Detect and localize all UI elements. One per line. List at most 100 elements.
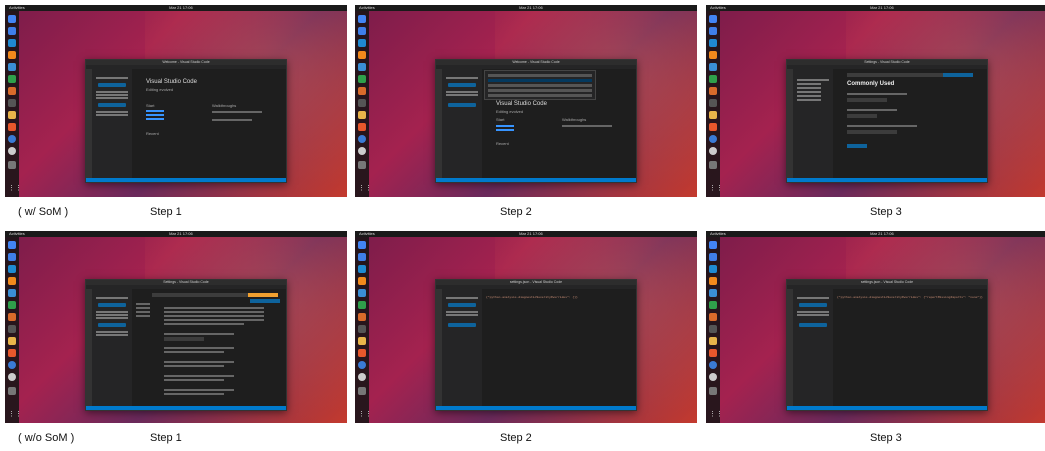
setting-input[interactable] [847, 114, 877, 118]
terminal-icon[interactable] [8, 325, 16, 333]
clone-repo-button[interactable] [448, 323, 476, 327]
setting-input[interactable] [847, 98, 887, 102]
thunderbird-icon[interactable] [358, 253, 366, 261]
new-file-link[interactable] [496, 125, 514, 127]
thunderbird-icon[interactable] [8, 27, 16, 35]
help-icon[interactable] [8, 135, 16, 143]
software-icon[interactable] [8, 123, 16, 131]
chrome-icon[interactable] [709, 15, 717, 23]
calc-icon[interactable] [8, 301, 16, 309]
files-icon[interactable] [358, 111, 366, 119]
clone-repo-button[interactable] [799, 323, 827, 327]
clone-repo-button[interactable] [98, 103, 126, 107]
command-option[interactable] [488, 94, 592, 97]
disc-icon[interactable] [358, 147, 366, 155]
code-line[interactable]: {"python.analysis.diagnosticSeverityOver… [837, 296, 983, 299]
vscode-icon[interactable] [358, 265, 366, 273]
command-option[interactable] [488, 74, 592, 77]
impress-icon[interactable] [358, 313, 366, 321]
settings-search-input[interactable] [152, 293, 262, 297]
trash-icon[interactable] [358, 161, 366, 169]
backup-sync-button[interactable] [250, 299, 280, 303]
open-folder-button[interactable] [799, 303, 827, 307]
vlc-icon[interactable] [358, 51, 366, 59]
files-icon[interactable] [358, 337, 366, 345]
vscode-icon[interactable] [8, 265, 16, 273]
files-icon[interactable] [8, 337, 16, 345]
command-option[interactable] [488, 89, 592, 92]
code-line[interactable]: {"python.analysis.diagnosticSeverityOver… [486, 296, 578, 299]
disc-icon[interactable] [8, 373, 16, 381]
disc-icon[interactable] [8, 147, 16, 155]
help-icon[interactable] [709, 361, 717, 369]
open-folder-button[interactable] [98, 83, 126, 87]
chrome-icon[interactable] [8, 241, 16, 249]
impress-icon[interactable] [8, 313, 16, 321]
software-icon[interactable] [358, 349, 366, 357]
terminal-icon[interactable] [358, 325, 366, 333]
command-option-selected[interactable] [488, 79, 592, 82]
vlc-icon[interactable] [8, 51, 16, 59]
vlc-icon[interactable] [709, 277, 717, 285]
software-icon[interactable] [709, 123, 717, 131]
calc-icon[interactable] [358, 75, 366, 83]
vscode-icon[interactable] [709, 265, 717, 273]
thunderbird-icon[interactable] [358, 27, 366, 35]
software-icon[interactable] [358, 123, 366, 131]
vscode-icon[interactable] [709, 39, 717, 47]
clone-repo-button[interactable] [98, 323, 126, 327]
setting-input[interactable] [847, 130, 897, 134]
terminal-icon[interactable] [709, 325, 717, 333]
files-icon[interactable] [8, 111, 16, 119]
impress-icon[interactable] [709, 87, 717, 95]
json-editor[interactable]: {"python.analysis.diagnosticSeverityOver… [482, 289, 636, 406]
calc-icon[interactable] [8, 75, 16, 83]
help-icon[interactable] [8, 361, 16, 369]
apps-grid-icon[interactable]: ⋮⋮ [709, 411, 723, 419]
software-icon[interactable] [709, 349, 717, 357]
terminal-icon[interactable] [8, 99, 16, 107]
open-folder-button[interactable] [98, 303, 126, 307]
open-folder-button[interactable] [448, 303, 476, 307]
chrome-icon[interactable] [8, 15, 16, 23]
writer-icon[interactable] [8, 289, 16, 297]
chrome-icon[interactable] [358, 241, 366, 249]
open-folder-button[interactable] [448, 83, 476, 87]
command-palette-dropdown[interactable] [484, 70, 596, 100]
writer-icon[interactable] [358, 289, 366, 297]
command-option[interactable] [488, 84, 592, 87]
trash-icon[interactable] [709, 161, 717, 169]
edit-in-settings-json-button[interactable] [847, 144, 867, 148]
calc-icon[interactable] [358, 301, 366, 309]
new-file-link[interactable] [146, 110, 164, 112]
thunderbird-icon[interactable] [709, 27, 717, 35]
open-file-link[interactable] [496, 129, 514, 131]
calc-icon[interactable] [709, 301, 717, 309]
disc-icon[interactable] [358, 373, 366, 381]
writer-icon[interactable] [709, 289, 717, 297]
disc-icon[interactable] [709, 147, 717, 155]
trash-icon[interactable] [709, 387, 717, 395]
apps-grid-icon[interactable]: ⋮⋮ [358, 185, 372, 193]
writer-icon[interactable] [358, 63, 366, 71]
terminal-icon[interactable] [709, 99, 717, 107]
open-folder-link[interactable] [146, 118, 164, 120]
impress-icon[interactable] [709, 313, 717, 321]
walkthrough-item[interactable] [212, 111, 262, 113]
trash-icon[interactable] [358, 387, 366, 395]
trash-icon[interactable] [8, 387, 16, 395]
apps-grid-icon[interactable]: ⋮⋮ [8, 185, 22, 193]
calc-icon[interactable] [709, 75, 717, 83]
apps-grid-icon[interactable]: ⋮⋮ [709, 185, 723, 193]
chrome-icon[interactable] [358, 15, 366, 23]
impress-icon[interactable] [8, 87, 16, 95]
thunderbird-icon[interactable] [709, 253, 717, 261]
vlc-icon[interactable] [358, 277, 366, 285]
vscode-icon[interactable] [358, 39, 366, 47]
backup-sync-button[interactable] [943, 73, 973, 77]
vscode-icon[interactable] [8, 39, 16, 47]
help-icon[interactable] [709, 135, 717, 143]
thunderbird-icon[interactable] [8, 253, 16, 261]
apps-grid-icon[interactable]: ⋮⋮ [358, 411, 372, 419]
clone-repo-button[interactable] [448, 103, 476, 107]
